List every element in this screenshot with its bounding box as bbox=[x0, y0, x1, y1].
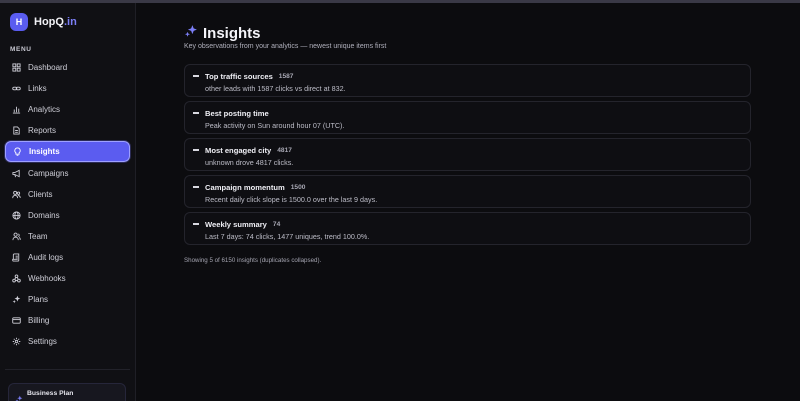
sidebar-item-label: Domains bbox=[28, 210, 60, 220]
sidebar-item-label: Analytics bbox=[28, 105, 61, 115]
sidebar-item-dashboard[interactable]: Dashboard bbox=[5, 57, 130, 78]
gear-icon bbox=[12, 337, 21, 346]
credit-card-icon bbox=[12, 316, 21, 325]
megaphone-icon bbox=[12, 169, 21, 178]
page-subtitle: Key observations from your analytics — n… bbox=[184, 43, 387, 50]
collapse-icon bbox=[193, 75, 199, 77]
sidebar-item-label: Plans bbox=[28, 295, 49, 305]
sidebar-item-plans[interactable]: Plans bbox=[5, 289, 130, 310]
main-content: Insights Key observations from your anal… bbox=[136, 3, 800, 401]
insight-card[interactable]: Weekly summary 74 Last 7 days: 74 clicks… bbox=[184, 212, 751, 245]
page-title: Insights bbox=[203, 25, 261, 42]
insight-title: Campaign momentum bbox=[205, 182, 285, 192]
insight-list: Top traffic sources 1587 other leads wit… bbox=[184, 64, 751, 249]
sidebar-item-label: Clients bbox=[28, 189, 53, 199]
collapse-icon bbox=[193, 186, 199, 188]
user-group-icon bbox=[12, 232, 21, 241]
sidebar-item-webhooks[interactable]: Webhooks bbox=[5, 268, 130, 289]
insight-body: Last 7 days: 74 clicks, 1477 uniques, tr… bbox=[205, 232, 370, 241]
sidebar-item-billing[interactable]: Billing bbox=[5, 310, 130, 331]
sidebar-item-label: Audit logs bbox=[28, 252, 64, 262]
insight-footnote: Showing 5 of 6150 insights (duplicates c… bbox=[184, 257, 322, 264]
insight-count: 1587 bbox=[278, 72, 294, 80]
sparkles-icon bbox=[12, 295, 21, 304]
sidebar-item-label: Team bbox=[28, 231, 48, 241]
insight-body: unknown drove 4817 clicks. bbox=[205, 158, 294, 167]
sidebar-item-label: Links bbox=[28, 84, 47, 94]
plan-label: Business Plan bbox=[27, 390, 74, 397]
sparkles-icon bbox=[184, 24, 198, 43]
sidebar-item-team[interactable]: Team bbox=[5, 226, 130, 247]
insight-card[interactable]: Most engaged city 4817 unknown drove 481… bbox=[184, 138, 751, 171]
insight-count: 74 bbox=[272, 220, 281, 228]
sidebar-item-settings[interactable]: Settings bbox=[5, 331, 130, 352]
sidebar: H HopQ.in MENU Dashboard Links Analytics… bbox=[0, 3, 136, 401]
collapse-icon bbox=[193, 112, 199, 114]
insight-title: Weekly summary bbox=[205, 219, 267, 229]
insight-count: 4817 bbox=[277, 146, 292, 154]
brand-logo: H bbox=[10, 13, 28, 31]
link-icon bbox=[12, 84, 21, 93]
insight-card[interactable]: Top traffic sources 1587 other leads wit… bbox=[184, 64, 751, 97]
insight-card[interactable]: Best posting time Peak activity on Sun a… bbox=[184, 101, 751, 134]
insight-count: 1500 bbox=[290, 183, 306, 191]
sidebar-item-reports[interactable]: Reports bbox=[5, 120, 130, 141]
sidebar-item-label: Webhooks bbox=[28, 273, 66, 283]
users-icon bbox=[12, 190, 21, 199]
menu-heading: MENU bbox=[10, 46, 32, 53]
brand-name: HopQ.in bbox=[34, 16, 77, 28]
collapse-icon bbox=[193, 149, 199, 151]
sidebar-divider bbox=[5, 369, 130, 370]
sidebar-item-clients[interactable]: Clients bbox=[5, 184, 130, 205]
insight-body: Recent daily click slope is 1500.0 over … bbox=[205, 195, 378, 204]
insight-title: Best posting time bbox=[205, 108, 269, 118]
sidebar-item-label: Billing bbox=[28, 316, 50, 326]
lightbulb-icon bbox=[13, 147, 22, 157]
insight-body: Peak activity on Sun around hour 07 (UTC… bbox=[205, 121, 345, 130]
sparkles-icon bbox=[15, 390, 23, 401]
bar-chart-icon bbox=[12, 105, 21, 114]
sidebar-item-analytics[interactable]: Analytics bbox=[5, 99, 130, 120]
sidebar-item-domains[interactable]: Domains bbox=[5, 205, 130, 226]
grid-icon bbox=[12, 63, 21, 72]
sidebar-item-label: Insights bbox=[29, 147, 60, 157]
webhook-icon bbox=[12, 274, 21, 283]
insight-body: other leads with 1587 clicks vs direct a… bbox=[205, 84, 346, 93]
sidebar-nav: Dashboard Links Analytics Reports Insigh… bbox=[5, 57, 130, 352]
brand[interactable]: H HopQ.in bbox=[10, 12, 77, 32]
scroll-icon bbox=[12, 253, 21, 262]
sidebar-item-links[interactable]: Links bbox=[5, 78, 130, 99]
insight-title: Most engaged city bbox=[205, 145, 272, 155]
sidebar-item-label: Settings bbox=[28, 337, 57, 347]
sidebar-item-label: Campaigns bbox=[28, 168, 69, 178]
insight-card[interactable]: Campaign momentum 1500 Recent daily clic… bbox=[184, 175, 751, 208]
collapse-icon bbox=[193, 223, 199, 225]
sidebar-item-insights[interactable]: Insights bbox=[5, 141, 130, 163]
insight-title: Top traffic sources bbox=[205, 71, 273, 81]
page-header: Insights bbox=[184, 24, 261, 43]
sidebar-item-campaigns[interactable]: Campaigns bbox=[5, 162, 130, 183]
sidebar-item-label: Dashboard bbox=[28, 63, 68, 73]
sidebar-item-audit-logs[interactable]: Audit logs bbox=[5, 247, 130, 268]
plan-badge[interactable]: Business Plan bbox=[8, 383, 126, 401]
document-icon bbox=[12, 126, 21, 135]
sidebar-item-label: Reports bbox=[28, 126, 57, 136]
globe-icon bbox=[12, 211, 21, 220]
